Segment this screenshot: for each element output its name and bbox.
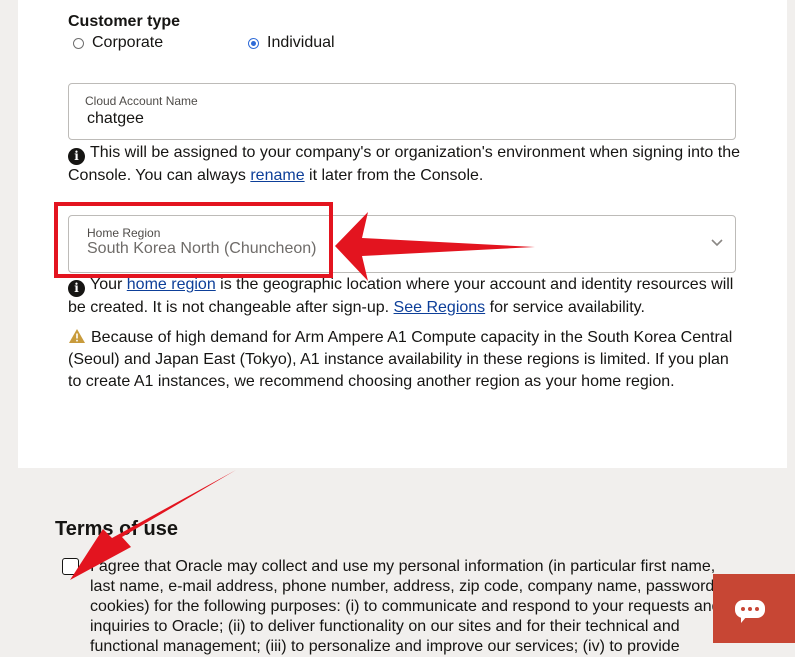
radio-corporate-circle[interactable] (73, 37, 84, 49)
home-region-label: Home Region (87, 226, 161, 240)
home-region-info-text-3: for service availability. (485, 299, 645, 316)
cloud-account-info: i This will be assigned to your company's… (68, 142, 748, 187)
home-region-value: South Korea North (Chuncheon) (87, 240, 317, 257)
customer-type-label: Customer type (68, 13, 181, 30)
cloud-account-name-label: Cloud Account Name (85, 94, 198, 108)
radio-individual-circle[interactable] (248, 37, 259, 49)
home-region-link[interactable]: home region (127, 276, 216, 293)
radio-individual[interactable]: Individual (248, 34, 335, 52)
home-region-info: i Your home region is the geographic loca… (68, 274, 748, 319)
chat-icon (735, 600, 765, 623)
terms-agree-text: I agree that Oracle may collect and use … (90, 558, 721, 655)
cloud-account-name-value[interactable]: chatgee (87, 110, 144, 128)
see-regions-link[interactable]: See Regions (394, 299, 486, 316)
cloud-account-info-text-end: it later from the Console. (304, 167, 484, 184)
rename-link[interactable]: rename (250, 167, 304, 184)
radio-corporate[interactable]: Corporate (73, 34, 163, 52)
a1-availability-warning: Because of high demand for Arm Ampere A1… (68, 327, 733, 393)
terms-title: Terms of use (55, 518, 178, 540)
chevron-down-icon[interactable] (710, 236, 724, 250)
a1-warning-text: Because of high demand for Arm Ampere A1… (68, 329, 733, 390)
terms-agree-checkbox[interactable] (62, 558, 79, 575)
chat-button[interactable] (713, 574, 795, 643)
info-icon: i (68, 280, 85, 297)
home-region-info-text-1: Your (90, 276, 127, 293)
radio-corporate-label: Corporate (92, 34, 164, 51)
home-region-select[interactable]: Home Region South Korea North (Chuncheon… (68, 215, 736, 273)
radio-individual-label: Individual (267, 34, 335, 51)
info-icon: i (68, 148, 85, 165)
cloud-account-name-field[interactable]: Cloud Account Name chatgee (68, 83, 736, 140)
warning-icon (69, 329, 85, 343)
